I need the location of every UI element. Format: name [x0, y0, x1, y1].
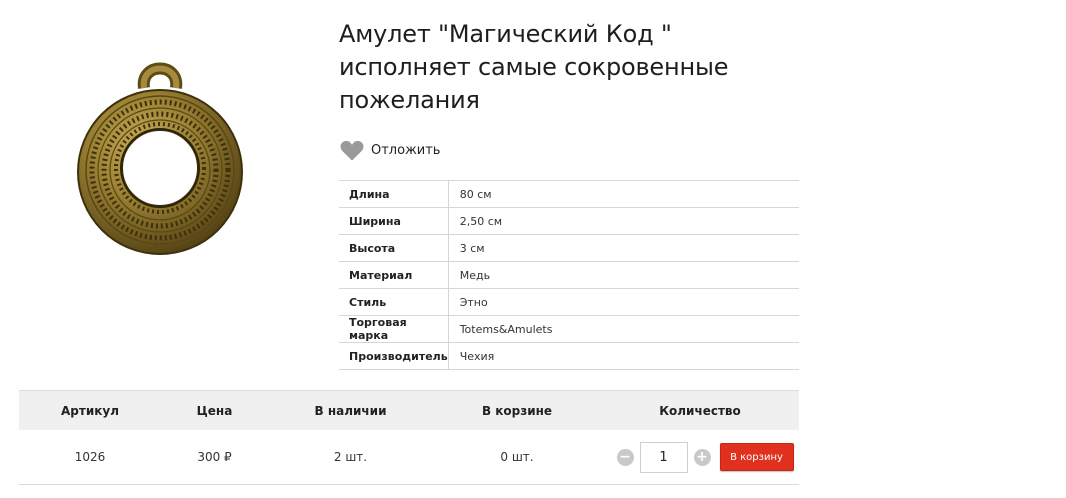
add-to-cart-button[interactable]: В корзину: [719, 443, 794, 471]
property-row: Торговая марка Totems&Amulets: [339, 315, 799, 343]
property-value: Этно: [448, 288, 799, 316]
property-row: Длина 80 см: [339, 180, 799, 208]
minus-icon[interactable]: −: [616, 448, 634, 466]
header-quantity: Количество: [659, 403, 741, 418]
property-value: 80 см: [448, 180, 799, 208]
property-row: Стиль Этно: [339, 288, 799, 316]
property-key: Производитель: [339, 342, 449, 370]
header-sku: Артикул: [61, 403, 119, 418]
property-key: Материал: [339, 261, 449, 289]
property-value: Медь: [448, 261, 799, 289]
amulet-image: [76, 62, 244, 255]
wishlist-label: Отложить: [371, 142, 441, 158]
heart-icon: [340, 140, 364, 160]
in-cart-value: 0 шт.: [500, 450, 534, 464]
property-row: Материал Медь: [339, 261, 799, 289]
purchase-table: Артикул Цена В наличии В корзине Количес…: [19, 390, 799, 485]
stock-value: 2 шт.: [333, 450, 368, 464]
quantity-input[interactable]: [639, 441, 688, 473]
property-key: Стиль: [339, 288, 449, 316]
property-row: Ширина 2,50 см: [339, 207, 799, 235]
property-key: Длина: [339, 180, 449, 208]
property-key: Торговая марка: [339, 315, 449, 343]
property-value: Totems&Amulets: [448, 315, 799, 343]
property-value: 3 см: [448, 234, 799, 262]
price-value: 300 ₽: [197, 450, 232, 464]
quantity-stepper: − + В корзину: [601, 441, 799, 473]
header-stock: В наличии: [314, 403, 387, 418]
property-value: 2,50 см: [448, 207, 799, 235]
plus-icon[interactable]: +: [693, 448, 711, 466]
wishlist-button[interactable]: Отложить: [340, 139, 440, 161]
product-title: Амулет "Магический Код " исполняет самые…: [339, 20, 729, 114]
property-row: Производитель Чехия: [339, 342, 799, 370]
sku-value: 1026: [74, 450, 106, 464]
property-value: Чехия: [448, 342, 799, 370]
header-in-cart: В корзине: [481, 403, 553, 418]
property-key: Высота: [339, 234, 449, 262]
property-key: Ширина: [339, 207, 449, 235]
properties-table: Длина 80 см Ширина 2,50 см Высота 3 см М…: [339, 180, 799, 370]
purchase-header-row: Артикул Цена В наличии В корзине Количес…: [19, 390, 799, 430]
header-price: Цена: [196, 403, 233, 418]
product-image[interactable]: [60, 40, 260, 270]
property-row: Высота 3 см: [339, 234, 799, 262]
purchase-row: 1026 300 ₽ 2 шт. 0 шт. − + В корзину: [19, 430, 799, 485]
